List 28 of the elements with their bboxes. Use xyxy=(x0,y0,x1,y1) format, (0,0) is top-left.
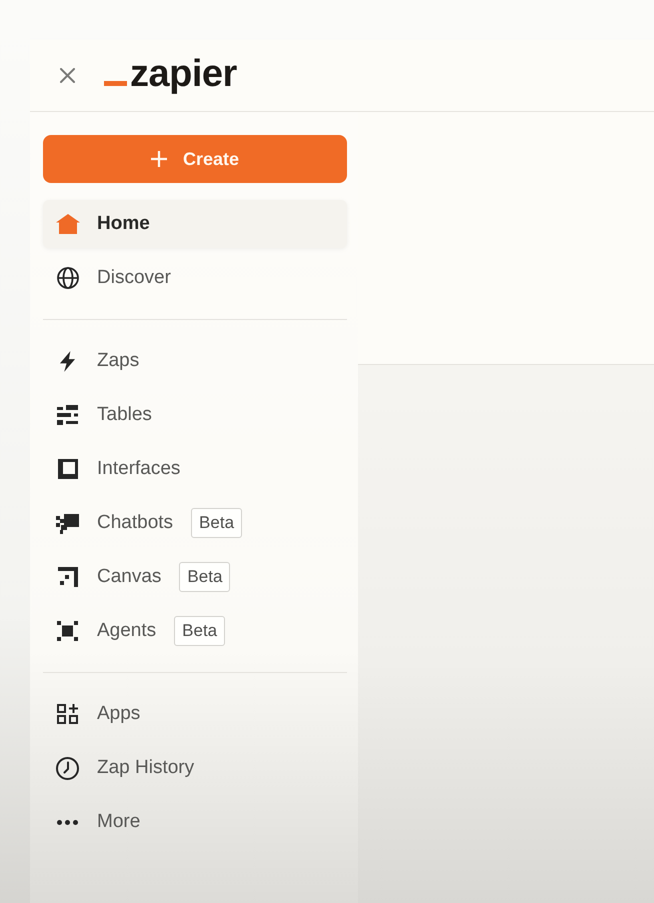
status-badge: Beta xyxy=(191,508,242,538)
nav-item[interactable]: Apps xyxy=(43,690,150,738)
status-badge: Beta xyxy=(174,616,226,646)
nav-item[interactable]: Tables xyxy=(43,391,162,439)
globe-icon xyxy=(56,267,78,289)
corner-icon xyxy=(58,567,78,587)
grid-plus-icon xyxy=(57,704,78,724)
nav-item[interactable]: More xyxy=(43,798,150,846)
clock-icon xyxy=(56,756,79,780)
bars-icon xyxy=(57,405,78,425)
lightning-icon xyxy=(59,350,76,372)
nav-item[interactable]: Zaps xyxy=(43,337,150,385)
more-icon xyxy=(57,820,78,824)
underscore-icon xyxy=(104,80,127,86)
nav-item[interactable]: Home xyxy=(43,200,347,248)
nav-item[interactable]: Zap History xyxy=(43,744,204,792)
nav-item[interactable]: Canvas xyxy=(43,553,172,601)
close-icon[interactable] xyxy=(60,68,75,83)
home-icon xyxy=(56,214,80,234)
nav-item[interactable]: Agents xyxy=(43,607,166,655)
status-badge: Beta xyxy=(179,562,230,592)
logo-text: zapier xyxy=(130,52,237,96)
square-dots-icon xyxy=(57,621,78,641)
nav-item[interactable]: Discover xyxy=(43,254,181,302)
chat-bubble-icon xyxy=(56,512,79,534)
plus-icon xyxy=(150,151,167,167)
nav-item[interactable]: Chatbots xyxy=(43,499,184,547)
nav-item[interactable]: Interfaces xyxy=(43,445,190,493)
